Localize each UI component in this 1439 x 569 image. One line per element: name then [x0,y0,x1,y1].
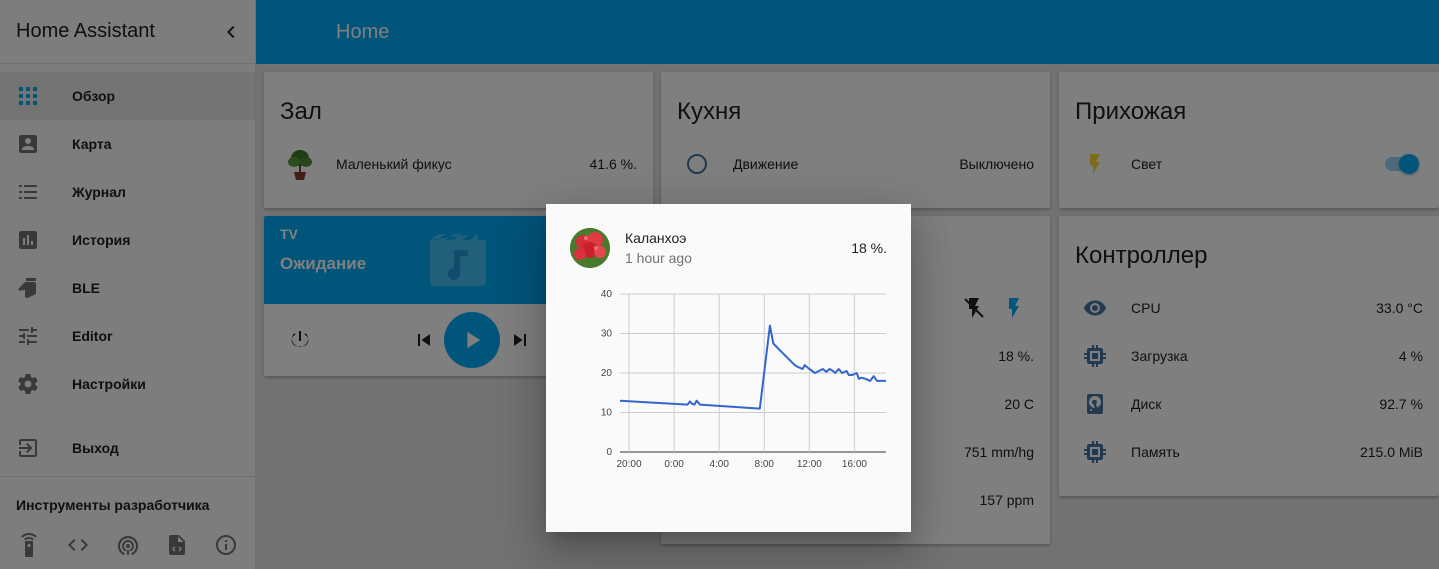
x-tick-label: 8:00 [755,459,775,470]
y-tick-label: 20 [601,368,613,379]
x-tick-label: 20:00 [617,459,642,470]
series-line [619,324,886,410]
y-tick-label: 40 [601,289,613,300]
plant-avatar [570,228,610,268]
more-info-dialog: Каланхоэ 1 hour ago 18 %. 0 10 20 30 40 20:00… [546,204,911,532]
entity-name: Каланхоэ [625,230,687,246]
x-tick-label: 12:00 [797,459,822,470]
history-chart: 0 10 20 30 40 20:00 0:00 4:00 8:00 12:00 16:00 [601,289,886,470]
last-changed: 1 hour ago [625,250,692,266]
x-tick-label: 16:00 [842,459,867,470]
entity-state: 18 %. [851,240,887,256]
y-tick-label: 30 [601,329,613,340]
x-tick-label: 4:00 [709,459,729,470]
y-tick-label: 0 [606,447,612,458]
x-tick-label: 0:00 [664,459,684,470]
y-tick-label: 10 [601,408,613,419]
